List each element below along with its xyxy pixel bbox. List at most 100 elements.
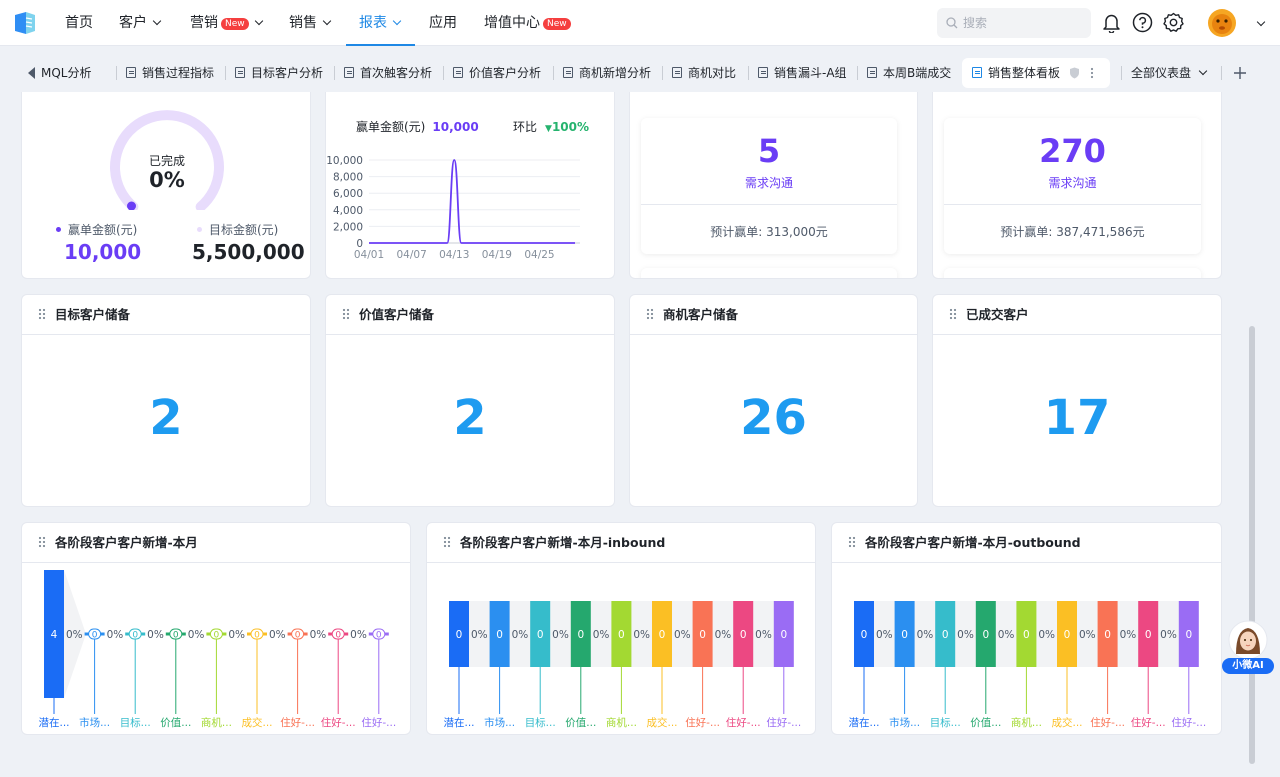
stage-bar-value: 0: [861, 629, 868, 641]
stage-bar-value: 0: [132, 631, 138, 641]
x-tick-label: 04/13: [439, 249, 469, 261]
tab-sales-process[interactable]: 销售过程指标: [126, 58, 214, 88]
nav-apps[interactable]: 应用: [429, 0, 457, 46]
nav-customers[interactable]: 客户: [119, 0, 162, 46]
stage-bar-value: 0: [496, 629, 503, 641]
metric-value: 26: [740, 390, 807, 446]
tab-weekly-b[interactable]: 本周B端成交: [867, 58, 951, 88]
card-header[interactable]: 商机客户储备: [630, 295, 917, 335]
ai-assistant-button[interactable]: 小微AI: [1222, 620, 1274, 676]
nav-home[interactable]: 首页: [65, 0, 93, 46]
stage-bar-value: 4: [51, 629, 58, 641]
stage-bar-value: 0: [214, 631, 220, 641]
target-amount-label: 目标金额(元): [209, 223, 279, 237]
stage-label: 目标...: [930, 717, 961, 729]
x-tick-label: 04/25: [524, 249, 554, 261]
document-icon: [344, 67, 354, 78]
ratio-down-icon: ▼: [545, 124, 552, 134]
search-input[interactable]: [963, 8, 1083, 38]
tab-divider: [225, 66, 226, 80]
nav-customers-label: 客户: [119, 15, 147, 31]
search-icon: [946, 17, 958, 29]
card-header[interactable]: 各阶段客户客户新增-本月: [22, 523, 410, 563]
drag-handle-icon[interactable]: [949, 308, 957, 320]
app-logo[interactable]: [12, 10, 38, 36]
conversion-rate: 0%: [674, 629, 691, 641]
card-header[interactable]: 各阶段客户客户新增-本月-inbound: [427, 523, 815, 563]
drag-handle-icon[interactable]: [443, 536, 451, 548]
page-scrollbar[interactable]: [1249, 326, 1255, 764]
search-box[interactable]: [937, 8, 1091, 38]
stage-bar-value: 0: [618, 629, 625, 641]
stat-inner-panel[interactable]: 5 需求沟通 预计赢单: 313,000元: [641, 118, 897, 254]
ai-assistant-avatar: [1228, 620, 1268, 660]
stage-bar-value: 0: [699, 629, 706, 641]
stage-label: 成交...: [1051, 716, 1082, 729]
stage-bar-value: 0: [1185, 629, 1192, 641]
card-header[interactable]: 各阶段客户客户新增-本月-outbound: [832, 523, 1221, 563]
tab-mql[interactable]: MQL分析: [41, 58, 92, 88]
tab-sales-overview[interactable]: 销售整体看板: [962, 58, 1110, 88]
conversion-rate: 0%: [755, 629, 772, 641]
card-header[interactable]: 目标客户储备: [22, 295, 310, 335]
stat-inner-panel[interactable]: 270 需求沟通 预计赢单: 387,471,586元: [944, 118, 1201, 254]
scroll-left-icon[interactable]: [28, 67, 36, 79]
nav-apps-label: 应用: [429, 15, 457, 31]
more-icon[interactable]: [1090, 67, 1094, 79]
conversion-rate: 0%: [715, 629, 732, 641]
tab-label: 价值客户分析: [469, 66, 542, 80]
stage-bar-value: 0: [92, 631, 98, 641]
drag-handle-icon[interactable]: [38, 536, 46, 548]
completed-label: 已完成: [148, 154, 185, 168]
document-icon: [235, 67, 245, 78]
tab-opportunity-compare[interactable]: 商机对比: [672, 58, 736, 88]
tab-divider: [1121, 66, 1122, 80]
drag-handle-icon[interactable]: [646, 308, 654, 320]
stage-bar-value: 0: [456, 629, 463, 641]
all-dashboards-dropdown[interactable]: 全部仪表盘: [1131, 58, 1208, 88]
help-icon[interactable]: [1132, 12, 1153, 33]
stat-value: 270: [1039, 132, 1106, 170]
drag-handle-icon[interactable]: [848, 536, 856, 548]
card-header[interactable]: 已成交客户: [933, 295, 1221, 335]
conversion-rate: 0%: [269, 629, 286, 641]
stat-forecast: 预计赢单: 387,471,586元: [1000, 225, 1145, 239]
nav-reports[interactable]: 报表: [346, 0, 415, 46]
stage-label: 住好-...: [280, 716, 315, 729]
conversion-rate: 0%: [1160, 629, 1177, 641]
gear-icon[interactable]: [1163, 12, 1184, 33]
conversion-rate: 0%: [1038, 629, 1055, 641]
all-dashboards-label: 全部仪表盘: [1131, 66, 1192, 80]
stage-label: 成交...: [241, 716, 272, 729]
tab-label: 本周B端成交: [883, 66, 952, 80]
x-tick-label: 04/19: [482, 249, 512, 261]
y-tick-label: 6,000: [333, 188, 363, 200]
tab-value-customer[interactable]: 价值客户分析: [453, 58, 541, 88]
card-title: 各阶段客户客户新增-本月-inbound: [460, 535, 666, 550]
nav-value-center-label: 增值中心: [484, 15, 540, 31]
tab-first-touch[interactable]: 首次触客分析: [344, 58, 432, 88]
bell-icon[interactable]: [1102, 13, 1121, 33]
nav-sales[interactable]: 销售: [289, 0, 332, 46]
won-amount-legend: 赢单金额(元): [56, 221, 137, 238]
stage-bar-value: 0: [1064, 629, 1071, 641]
nav-value-center[interactable]: 增值中心 New: [484, 0, 571, 46]
won-trend-card: 赢单金额(元) 10,000 环比 ▼100% 10,000 8,000 6,000 4,…: [325, 92, 615, 279]
tab-target-customer[interactable]: 目标客户分析: [235, 58, 323, 88]
drag-handle-icon[interactable]: [342, 308, 350, 320]
tab-opportunity-new[interactable]: 商机新增分析: [563, 58, 651, 88]
stage-label: 商机...: [1011, 716, 1042, 729]
conversion-rate: 0%: [1079, 629, 1096, 641]
nav-home-label: 首页: [65, 15, 93, 31]
chevron-down-icon: [1198, 66, 1208, 76]
nav-marketing[interactable]: 营销 New: [190, 0, 263, 46]
document-icon: [563, 67, 573, 78]
avatar[interactable]: [1207, 8, 1237, 38]
stage-bar-value: 0: [982, 629, 989, 641]
add-icon[interactable]: [1234, 67, 1246, 79]
conversion-rate: 0%: [147, 629, 164, 641]
tab-funnel-a[interactable]: 销售漏斗-A组: [758, 58, 847, 88]
chevron-down-icon[interactable]: [1256, 17, 1266, 27]
drag-handle-icon[interactable]: [38, 308, 46, 320]
card-header[interactable]: 价值客户储备: [326, 295, 614, 335]
